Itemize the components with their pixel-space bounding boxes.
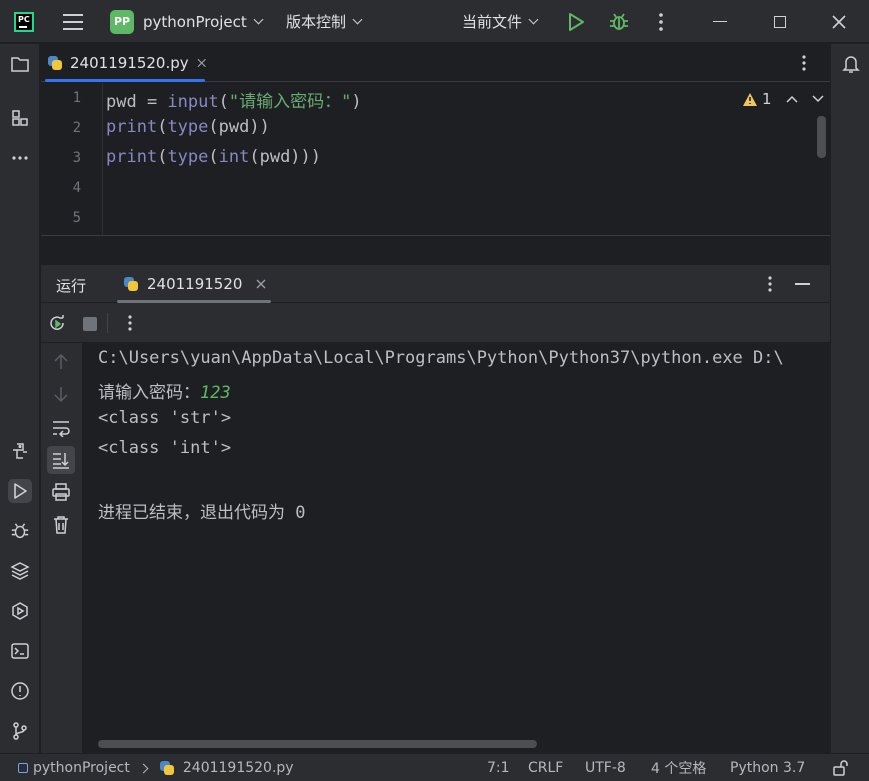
vcs-widget[interactable]: 版本控制 (286, 0, 363, 43)
terminal-icon[interactable] (8, 639, 32, 663)
inspection-widget[interactable]: 1 (742, 90, 824, 108)
right-tool-window-bar (830, 44, 869, 753)
console-line: <class 'int'> (98, 438, 232, 458)
scroll-to-end-icon[interactable] (47, 446, 75, 474)
run-config-label: 当前文件 (462, 13, 523, 31)
chevron-down-icon (253, 14, 264, 25)
git-icon[interactable] (8, 719, 32, 743)
hide-panel-icon[interactable] (795, 283, 810, 285)
debug-icon[interactable] (608, 0, 630, 43)
run-toolbar-more-icon[interactable] (127, 314, 133, 336)
breadcrumb-file[interactable]: 2401191520.py (183, 760, 294, 776)
warning-icon (743, 92, 757, 106)
console-side-toolbar (41, 343, 82, 753)
file-encoding[interactable]: UTF-8 (585, 754, 626, 781)
print-icon[interactable] (51, 483, 71, 505)
console-output[interactable]: C:\Users\yuan\AppData\Local\Programs\Pyt… (82, 343, 830, 753)
line-number: 2 (72, 120, 81, 136)
run-config-selector[interactable]: 当前文件 (462, 0, 539, 43)
editor-tab[interactable]: 2401191520.py (41, 44, 206, 82)
close-tab-icon[interactable] (197, 58, 206, 68)
lock-icon[interactable] (832, 754, 850, 781)
console-horizontal-scrollbar[interactable] (98, 740, 537, 748)
editor-tab-label: 2401191520.py (70, 54, 189, 72)
python-console-icon[interactable] (8, 439, 32, 463)
line-number: 1 (72, 90, 81, 106)
chevron-down-icon (352, 14, 363, 25)
editor-scrollbar[interactable] (817, 116, 826, 158)
maximize-icon[interactable] (774, 0, 786, 43)
project-badge: PP (110, 9, 134, 34)
run-tab-label: 2401191520 (147, 275, 243, 293)
rerun-icon[interactable] (48, 314, 66, 336)
indent-setting[interactable]: 4 个空格 (651, 754, 706, 781)
module-icon (18, 763, 28, 773)
pycharm-logo-icon: PC (14, 0, 36, 43)
active-tab-indicator (45, 79, 205, 82)
breadcrumb-project[interactable]: pythonProject (33, 760, 130, 776)
console-exit-line: 进程已结束，退出代码为 0 (98, 503, 306, 523)
run-toolbar (41, 303, 830, 343)
close-tab-icon[interactable] (256, 279, 266, 289)
folder-icon[interactable] (8, 52, 32, 76)
previous-highlight-icon[interactable] (786, 95, 798, 103)
minimize-icon[interactable] (713, 0, 727, 43)
layers-icon[interactable] (8, 559, 32, 583)
panel-splitter[interactable] (41, 235, 830, 265)
vcs-label: 版本控制 (286, 13, 347, 31)
code-line-2: print(type(pwd)) (106, 117, 270, 137)
notifications-bell-icon[interactable] (839, 52, 863, 76)
code-line-3: print(type(int(pwd))) (106, 147, 322, 167)
run-tab[interactable]: 2401191520 (117, 265, 271, 303)
left-tool-window-bar (0, 44, 40, 753)
arrow-down-icon[interactable] (53, 385, 69, 407)
run-icon[interactable] (566, 0, 586, 43)
console-line: <class 'str'> (98, 408, 232, 428)
python-file-icon (47, 55, 62, 71)
run-panel-title: 运行 (56, 277, 87, 295)
structure-icon[interactable] (8, 106, 32, 130)
caret-position[interactable]: 7:1 (487, 754, 510, 781)
run-tool-icon[interactable] (8, 479, 32, 503)
python-file-icon (123, 276, 139, 292)
editor-tab-bar: 2401191520.py (41, 44, 830, 82)
more-tools-icon[interactable] (8, 146, 32, 170)
line-separator[interactable]: CRLF (528, 754, 563, 781)
console-line: 请输入密码：123 (98, 383, 231, 403)
line-number: 4 (72, 180, 81, 196)
project-widget[interactable]: PP pythonProject (110, 0, 264, 43)
breadcrumb[interactable]: pythonProject 2401191520.py (18, 754, 294, 781)
console-line: C:\Users\yuan\AppData\Local\Programs\Pyt… (98, 348, 784, 368)
chevron-down-icon (528, 14, 539, 25)
next-highlight-icon[interactable] (812, 95, 824, 103)
warnings-count: 1 (762, 90, 772, 108)
close-window-icon[interactable] (832, 0, 846, 43)
project-name: pythonProject (143, 12, 247, 31)
stop-icon[interactable] (83, 317, 97, 331)
trash-icon[interactable] (52, 515, 70, 539)
soft-wrap-icon[interactable] (51, 419, 71, 441)
python-interpreter[interactable]: Python 3.7 (730, 754, 805, 781)
editor-more-icon[interactable] (801, 54, 807, 76)
services-icon[interactable] (8, 599, 32, 623)
chevron-right-icon (138, 763, 149, 773)
debug-tool-icon[interactable] (8, 519, 32, 543)
line-number: 5 (72, 210, 81, 226)
run-panel-header: 运行 2401191520 (41, 265, 830, 303)
more-actions-icon[interactable] (658, 0, 664, 43)
main-menu-icon[interactable] (60, 0, 86, 43)
code-line-1: pwd = input("请输入密码：") (106, 92, 362, 112)
title-bar: PC PP pythonProject 版本控制 当前文件 (0, 0, 869, 43)
console-user-input: 123 (200, 383, 231, 403)
code-editor[interactable]: 1 2 3 4 5 pwd = input("请输入密码：") print(ty… (41, 83, 830, 235)
run-panel-more-icon[interactable] (767, 275, 773, 297)
line-number: 3 (72, 150, 81, 166)
python-file-icon (159, 760, 175, 776)
status-bar: pythonProject 2401191520.py 7:1 CRLF UTF… (0, 753, 869, 781)
arrow-up-icon[interactable] (53, 353, 69, 375)
problems-icon[interactable] (8, 679, 32, 703)
